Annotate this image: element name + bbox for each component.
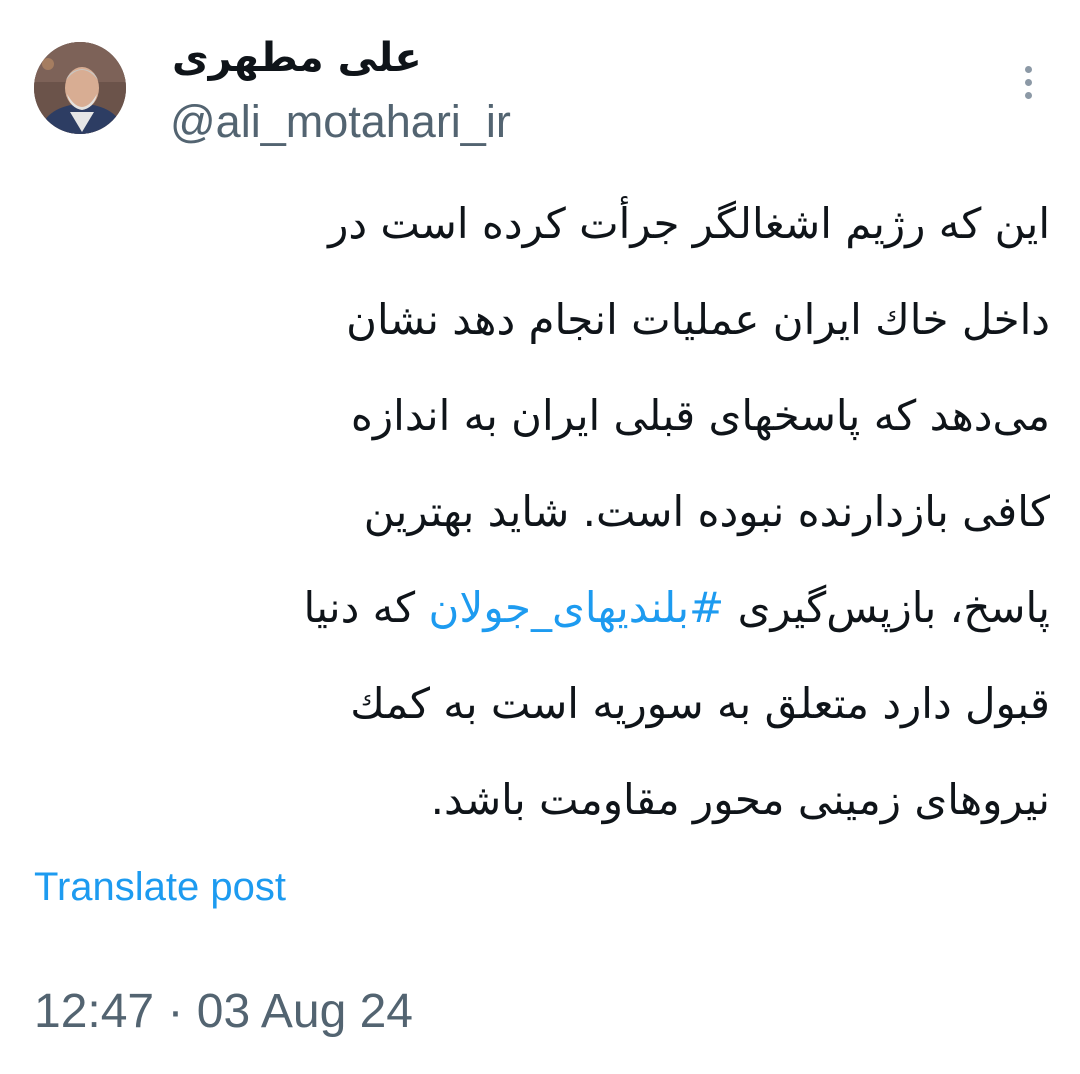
- tweet-line-segment: که دنیا: [303, 583, 429, 632]
- hashtag-link[interactable]: #بلندیهای_جولان: [429, 583, 725, 632]
- profile-photo: [34, 42, 126, 134]
- author-handle[interactable]: @ali_motahari_ir: [170, 94, 511, 150]
- more-dot: [1024, 78, 1032, 86]
- tweet-line: قبول دارد متعلق به سوریه است به کمك: [350, 679, 1050, 728]
- tweet-line-segment: پاسخ، بازپس‌گیری: [724, 583, 1050, 632]
- tweet-text: این که رژیم اشغالگر جرأت کرده است در داخ…: [30, 176, 1050, 848]
- more-dot: [1024, 91, 1032, 99]
- tweet-line: کافی بازدارنده نبوده است. شاید بهترین: [363, 487, 1050, 536]
- tweet-line: داخل خاك ایران عملیات انجام دهد نشان: [346, 295, 1050, 344]
- tweet-line-with-hashtag: پاسخ، بازپس‌گیری #بلندیهای_جولان که دنیا: [30, 560, 1050, 656]
- tweet-timestamp[interactable]: 12:47 · 03 Aug 24: [34, 982, 413, 1042]
- more-dot: [1024, 65, 1032, 73]
- translate-post-link[interactable]: Translate post: [34, 860, 286, 914]
- author-display-name[interactable]: علی مطهری: [172, 30, 422, 86]
- more-vertical-icon[interactable]: [1010, 60, 1046, 104]
- avatar[interactable]: [34, 42, 126, 134]
- tweet-line: می‌دهد که پاسخهای قبلی ایران به اندازه: [350, 391, 1050, 440]
- tweet-line: نیروهای زمینی محور مقاومت باشد.: [430, 775, 1050, 824]
- tweet-line: این که رژیم اشغالگر جرأت کرده است در: [328, 199, 1050, 248]
